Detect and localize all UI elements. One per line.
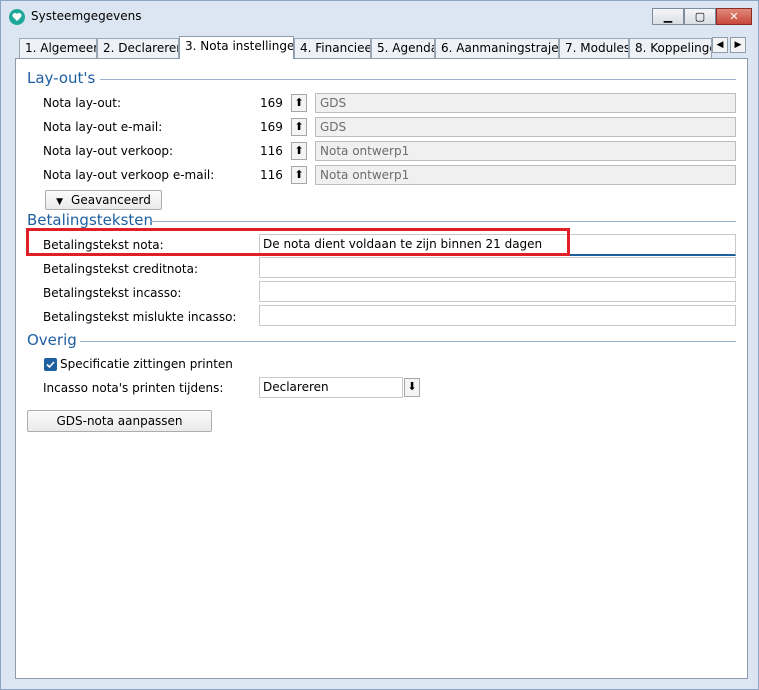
layout-name-field: GDS [315, 117, 736, 137]
arrow-up-icon: ⬆ [294, 168, 304, 181]
section-title-payment-texts: Betalingsteksten [27, 211, 153, 229]
section-title-layouts: Lay-out's [27, 69, 96, 87]
chevron-left-icon: ◀ [716, 40, 724, 50]
label-betalingstekst-incasso: Betalingstekst incasso: [43, 286, 182, 300]
lookup-button[interactable]: ⬆ [291, 118, 307, 136]
tab-financieel[interactable]: 4. Financieel [294, 38, 371, 58]
print-sessions-label: Specificatie zittingen printen [60, 357, 233, 371]
title-bar: Systeemgegevens ▁ ▢ ✕ [1, 1, 758, 31]
tab-modules[interactable]: 7. Modules [559, 38, 629, 58]
arrow-up-icon: ⬆ [294, 144, 304, 157]
layout-number-field[interactable]: 169 [259, 118, 291, 136]
lookup-button[interactable]: ⬆ [291, 94, 307, 112]
layout-number-field[interactable]: 116 [259, 142, 291, 160]
tab-nota-instellingen[interactable]: 3. Nota instellingen [179, 36, 294, 59]
advanced-button-label: Geavanceerd [71, 193, 151, 207]
tab-agenda[interactable]: 5. Agenda [371, 38, 435, 58]
tab-aanmaningstraject[interactable]: 6. Aanmaningstraject [435, 38, 559, 58]
window-title: Systeemgegevens [31, 9, 142, 23]
section-divider [150, 221, 736, 222]
label-betalingstekst-creditnota: Betalingstekst creditnota: [43, 262, 198, 276]
settings-window: Systeemgegevens ▁ ▢ ✕ 1. Algemeen 2. Dec… [0, 0, 759, 690]
label-nota-layout-email: Nota lay-out e-mail: [43, 120, 163, 134]
gds-nota-edit-button[interactable]: GDS-nota aanpassen [27, 410, 212, 432]
print-during-dropdown-button[interactable]: ⬇ [404, 378, 420, 397]
layout-name-field: Nota ontwerp1 [315, 141, 736, 161]
highlight-box [26, 228, 570, 256]
chevron-down-icon: ▼ [56, 197, 64, 207]
minimize-icon: ▁ [663, 10, 673, 23]
print-during-label: Incasso nota's printen tijdens: [43, 381, 224, 395]
label-betalingstekst-mislukte-incasso: Betalingstekst mislukte incasso: [43, 310, 237, 324]
heart-app-icon [9, 9, 25, 25]
label-nota-layout: Nota lay-out: [43, 96, 122, 110]
label-nota-layout-verkoop: Nota lay-out verkoop: [43, 144, 174, 158]
arrow-up-icon: ⬆ [294, 120, 304, 133]
tab-strip: 1. Algemeen 2. Declareren 3. Nota instel… [15, 36, 749, 59]
maximize-icon: ▢ [694, 10, 706, 23]
print-sessions-checkbox[interactable] [44, 358, 57, 371]
arrow-down-icon: ⬇ [407, 380, 417, 393]
section-divider [100, 79, 736, 80]
label-nota-layout-verkoop-email: Nota lay-out verkoop e-mail: [43, 168, 215, 182]
close-button[interactable]: ✕ [716, 8, 752, 25]
payment-text-incasso-input[interactable] [259, 281, 736, 302]
layout-number-field[interactable]: 169 [259, 94, 291, 112]
print-during-select[interactable]: Declareren [259, 377, 403, 398]
layout-name-field: Nota ontwerp1 [315, 165, 736, 185]
chevron-right-icon: ▶ [734, 40, 742, 50]
lookup-button[interactable]: ⬆ [291, 166, 307, 184]
section-divider [80, 341, 736, 342]
tab-scroll-left-button[interactable]: ◀ [712, 37, 728, 53]
section-title-other: Overig [27, 331, 77, 349]
tab-scroll-right-button[interactable]: ▶ [730, 37, 746, 53]
nota-settings-panel: Lay-out's Nota lay-out: 169 ⬆ GDS Nota l… [15, 58, 748, 679]
tab-declareren[interactable]: 2. Declareren [97, 38, 179, 58]
close-icon: ✕ [729, 10, 739, 23]
checkmark-icon [46, 361, 55, 369]
layout-number-field[interactable]: 116 [259, 166, 291, 184]
payment-text-failed-incasso-input[interactable] [259, 305, 736, 326]
payment-text-creditnota-input[interactable] [259, 257, 736, 278]
lookup-button[interactable]: ⬆ [291, 142, 307, 160]
advanced-button[interactable]: ▼ Geavanceerd [45, 190, 162, 210]
maximize-button[interactable]: ▢ [684, 8, 716, 25]
arrow-up-icon: ⬆ [294, 96, 304, 109]
tab-koppelingen[interactable]: 8. Koppelingen [629, 38, 712, 58]
tab-algemeen[interactable]: 1. Algemeen [19, 38, 97, 58]
layout-name-field: GDS [315, 93, 736, 113]
minimize-button[interactable]: ▁ [652, 8, 684, 25]
